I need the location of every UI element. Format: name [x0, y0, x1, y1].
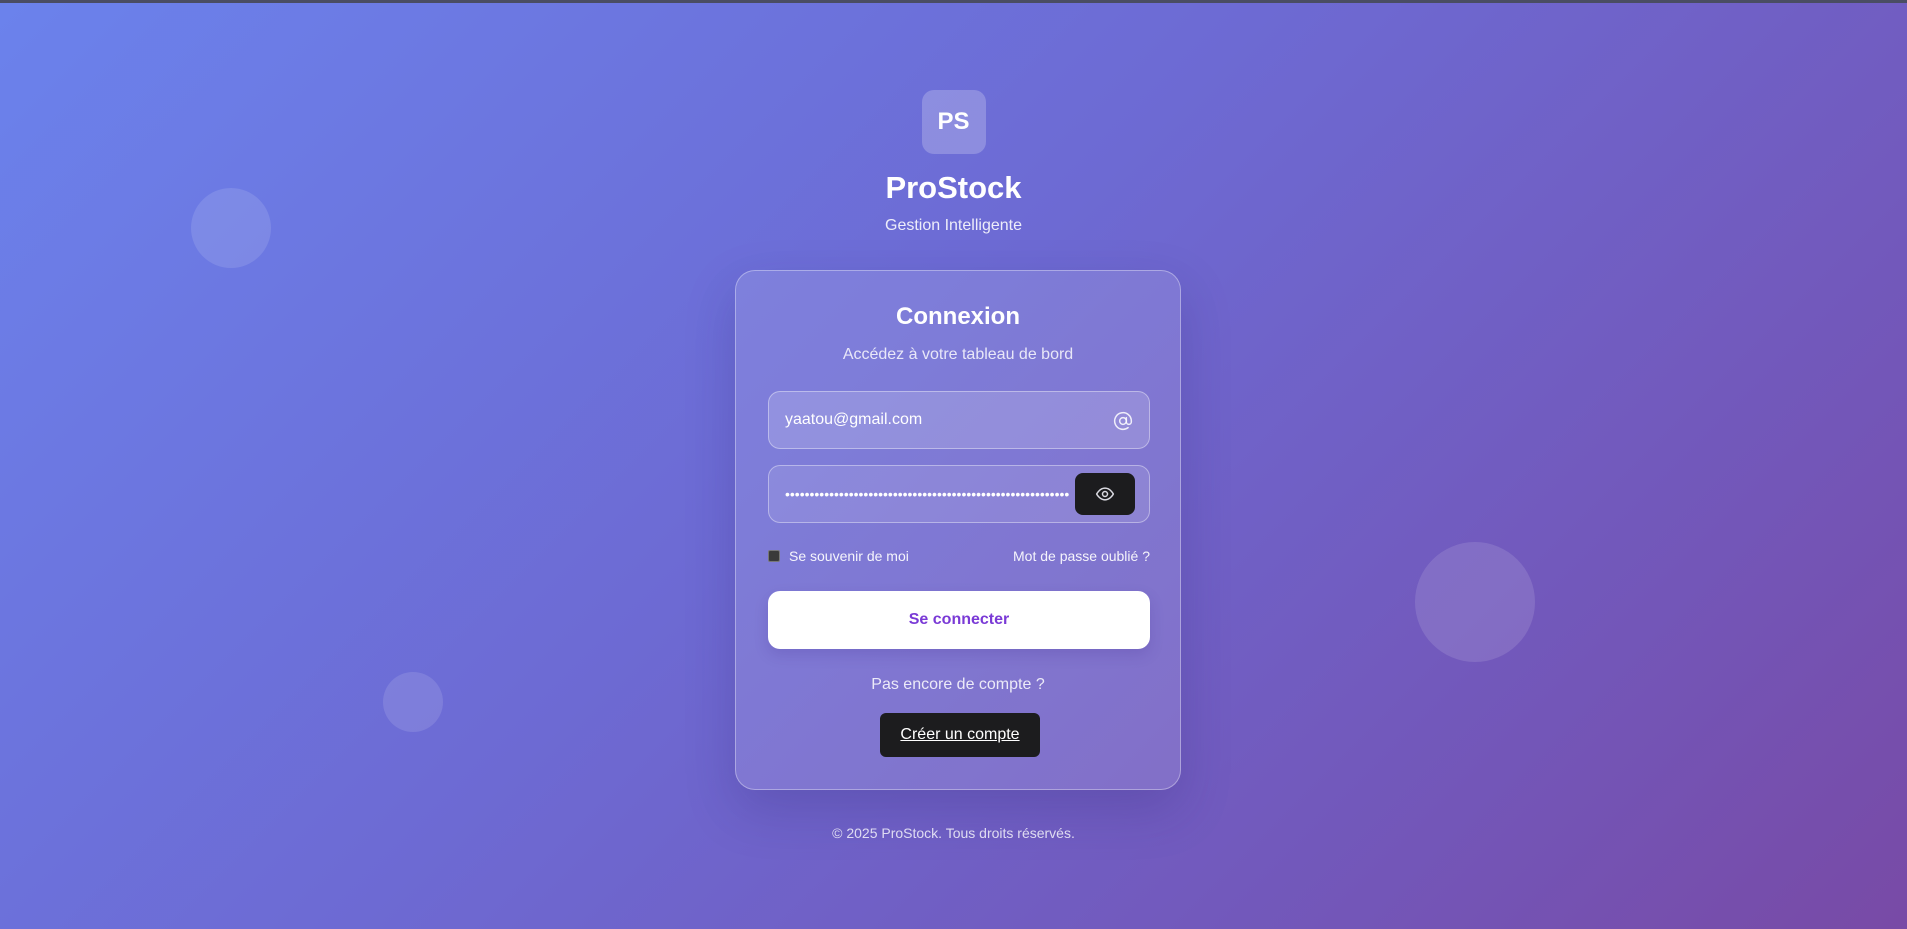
forgot-password-link[interactable]: Mot de passe oublié ? [1013, 548, 1150, 564]
login-button[interactable]: Se connecter [768, 591, 1150, 649]
footer-copyright: © 2025 ProStock. Tous droits réservés. [832, 825, 1075, 841]
login-title: Connexion [896, 303, 1020, 330]
remember-me-checkbox[interactable] [768, 550, 780, 562]
toggle-password-button[interactable] [1075, 473, 1135, 515]
at-sign-icon [1113, 411, 1133, 431]
app-tagline: Gestion Intelligente [885, 217, 1022, 234]
login-options: Se souvenir de moi Mot de passe oublié ? [768, 548, 1150, 568]
brand-header: PS ProStock Gestion Intelligente [0, 90, 1907, 235]
remember-me-label: Se souvenir de moi [789, 548, 909, 564]
login-subtitle: Accédez à votre tableau de bord [842, 346, 1074, 363]
email-input[interactable] [769, 392, 1149, 448]
decorative-bubble [383, 672, 443, 732]
create-account-button[interactable]: Créer un compte [880, 713, 1040, 757]
top-rule [0, 0, 1907, 3]
email-field-wrapper [768, 391, 1150, 449]
no-account-text: Pas encore de compte ? [871, 676, 1045, 693]
remember-me[interactable]: Se souvenir de moi [768, 548, 909, 564]
login-card: Connexion Accédez à votre tableau de bor… [735, 270, 1181, 790]
app-name: ProStock [885, 170, 1022, 205]
password-field-wrapper [768, 465, 1150, 523]
eye-icon [1095, 487, 1115, 501]
brand-logo: PS [921, 90, 986, 154]
decorative-bubble [1415, 542, 1535, 662]
